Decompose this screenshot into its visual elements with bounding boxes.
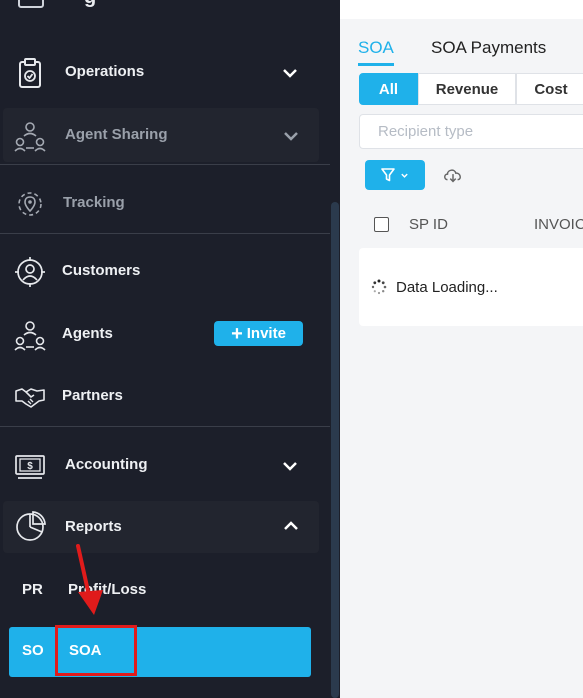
recipient-type-input[interactable]	[359, 114, 583, 149]
sidebar-item-agent-sharing[interactable]: Agent Sharing	[3, 108, 319, 162]
active-tab-indicator	[358, 63, 394, 66]
invite-agent-button[interactable]: + Invite	[214, 321, 303, 346]
sidebar-item-tracking[interactable]: Tracking	[0, 176, 330, 232]
agent-sharing-icon	[14, 122, 46, 152]
sidebar-item-customers[interactable]: Customers	[0, 244, 330, 300]
column-header-invoice[interactable]: INVOIC	[534, 216, 583, 233]
chevron-up-icon[interactable]	[281, 516, 301, 536]
loading-text: Data Loading...	[396, 279, 498, 296]
sidebar-item-label: Operations	[65, 63, 145, 80]
sidebar-item-label: Accounting	[65, 456, 148, 473]
dashboard-icon	[18, 0, 44, 8]
sidebar-item-label: Agents	[62, 325, 113, 342]
main-content: SOA SOA Payments All Revenue Cost SP ID …	[340, 0, 583, 698]
tab-soa-payments[interactable]: SOA Payments	[431, 38, 546, 58]
table-loading-panel: Data Loading...	[359, 248, 583, 326]
type-filter-segmented: All Revenue Cost	[359, 73, 583, 105]
sidebar-item-label: Tracking	[63, 194, 125, 211]
sidebar-divider	[0, 164, 330, 165]
cloud-download-icon[interactable]	[442, 165, 464, 185]
sidebar-divider	[0, 233, 330, 234]
subitem-abbr: PR	[22, 581, 43, 598]
chevron-down-icon[interactable]	[280, 63, 300, 83]
sidebar-item-accounting[interactable]: $ Accounting	[0, 438, 330, 494]
select-all-checkbox[interactable]	[374, 217, 389, 232]
filter-button[interactable]	[365, 160, 425, 190]
sidebar-divider	[0, 426, 330, 427]
segment-revenue[interactable]: Revenue	[418, 73, 516, 105]
invite-label: Invite	[246, 325, 286, 342]
sidebar: g Operations Agent Sharing	[0, 0, 340, 698]
annotation-arrow-icon	[76, 544, 103, 615]
table-header: SP ID INVOIC	[359, 205, 583, 245]
handshake-icon	[15, 388, 45, 408]
agents-icon	[14, 321, 46, 351]
sidebar-item-partners[interactable]: Partners	[0, 369, 330, 425]
chevron-down-icon	[401, 173, 408, 178]
filter-icon	[381, 168, 395, 182]
segment-all[interactable]: All	[359, 73, 418, 105]
sidebar-item-label: Agent Sharing	[65, 126, 168, 143]
column-header-sp-id[interactable]: SP ID	[409, 216, 448, 233]
pie-chart-icon	[16, 511, 46, 541]
customers-icon	[15, 257, 45, 287]
sidebar-item-label: Partners	[62, 387, 123, 404]
chevron-down-icon[interactable]	[281, 126, 301, 146]
sidebar-item-label: Customers	[62, 262, 141, 279]
location-pin-icon	[18, 192, 42, 216]
highlight-box	[55, 625, 137, 676]
svg-text:$: $	[27, 461, 33, 472]
sidebar-item-operations[interactable]: Operations	[0, 45, 330, 101]
clipboard-icon	[19, 58, 41, 88]
sidebar-scrollbar-thumb[interactable]	[331, 202, 339, 698]
sidebar-top-label: g	[84, 0, 96, 9]
loading-spinner-icon	[371, 279, 387, 295]
sidebar-top-item[interactable]: g	[14, 0, 104, 8]
sidebar-subitem-profit-loss[interactable]: PR Profit/Loss	[0, 566, 330, 616]
sidebar-item-reports[interactable]: Reports	[3, 501, 319, 553]
subitem-abbr: SO	[22, 642, 44, 659]
sidebar-item-label: Reports	[65, 518, 122, 535]
chevron-down-icon[interactable]	[280, 456, 300, 476]
money-icon: $	[15, 455, 45, 479]
tab-soa[interactable]: SOA	[358, 38, 394, 58]
top-bar	[340, 0, 583, 19]
plus-icon: +	[231, 322, 243, 345]
segment-cost[interactable]: Cost	[516, 73, 583, 105]
